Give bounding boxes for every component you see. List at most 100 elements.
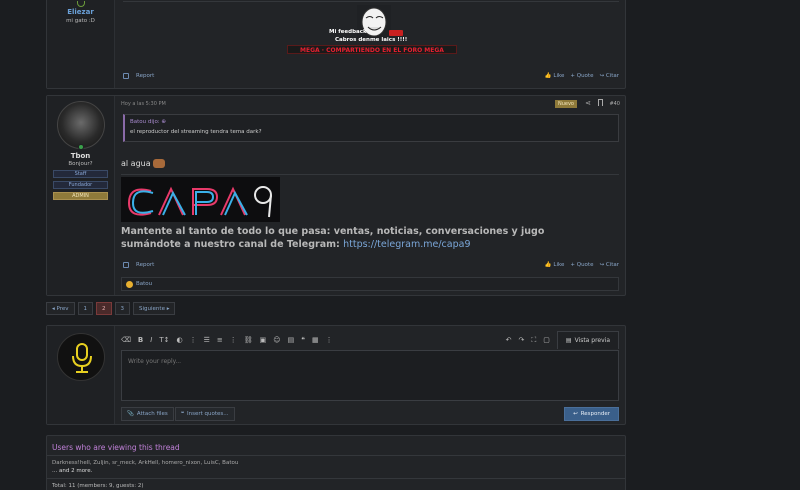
thumb-icon: 👍 bbox=[544, 73, 552, 79]
page-1[interactable]: 1 bbox=[77, 302, 94, 315]
submit-reply-button[interactable]: ↩ Responder bbox=[564, 407, 619, 421]
quote-button[interactable]: + Quote bbox=[570, 73, 593, 79]
reactions-bar[interactable]: Batou bbox=[121, 277, 619, 291]
pagination: ◂ Prev 1 2 3 Siguiente ▸ bbox=[46, 302, 176, 315]
divider bbox=[47, 478, 625, 479]
badge-fundador: Fundador bbox=[53, 181, 108, 189]
viewers-title: Users who are viewing this thread bbox=[52, 443, 180, 452]
thumb-icon: 👍 bbox=[544, 262, 552, 268]
cite-button[interactable]: ↪ Citar bbox=[599, 73, 619, 79]
capa9-logo-icon bbox=[127, 186, 272, 218]
emoji-icon bbox=[153, 159, 166, 168]
username[interactable]: Tbon bbox=[47, 152, 114, 160]
palette-icon[interactable]: ◐ bbox=[176, 336, 182, 344]
select-checkbox[interactable] bbox=[123, 73, 129, 79]
quote-author[interactable]: Batou dijo: ⊕ bbox=[125, 115, 618, 127]
more-options-icon-3[interactable]: ⋮ bbox=[326, 336, 333, 344]
avatar[interactable] bbox=[56, 101, 105, 149]
post-number[interactable]: #40 bbox=[609, 101, 620, 107]
reply-textarea[interactable]: Write your reply... bbox=[121, 350, 619, 401]
quote-button[interactable]: + Quote bbox=[570, 262, 593, 268]
undo-icon[interactable]: ↶ bbox=[506, 336, 512, 344]
reply-box: ⌫ B I T↕ ◐ ⋮ ☰ ≡ ⋮ ⛓ ▣ ☺ ▤ ❝ ▦ ⋮ ↶ ↷ ⛶ ▢… bbox=[46, 325, 626, 425]
badge-admin: ADMIN bbox=[53, 192, 108, 200]
share-icon[interactable]: ⋖ bbox=[585, 99, 591, 107]
align-icon[interactable]: ≡ bbox=[217, 336, 223, 344]
like-button[interactable]: 👍 Like bbox=[545, 73, 565, 79]
post-timestamp[interactable]: Hoy a las 5:30 PM bbox=[121, 101, 166, 107]
insert-quotes-button[interactable]: ❝ Insert quotes... bbox=[175, 407, 235, 421]
sig-subtitle: Cabros denme laics !!!! bbox=[335, 37, 408, 43]
sig-banner[interactable]: MEGA · COMPARTIENDO EN EL FORO MEGA bbox=[287, 45, 457, 54]
reply-avatar-panel bbox=[47, 326, 115, 424]
divider bbox=[123, 1, 619, 2]
cite-button[interactable]: ↪ Citar bbox=[599, 262, 619, 268]
editor-toolbar: ⌫ B I T↕ ◐ ⋮ ☰ ≡ ⋮ ⛓ ▣ ☺ ▤ ❝ ▦ ⋮ ↶ ↷ ⛶ ▢… bbox=[121, 330, 619, 350]
link-icon[interactable]: ⛓ bbox=[244, 336, 253, 344]
quote-label: Quote bbox=[576, 262, 594, 268]
microphone-icon bbox=[71, 343, 92, 373]
divider bbox=[47, 455, 625, 456]
prev-page-button[interactable]: ◂ Prev bbox=[46, 302, 75, 315]
online-indicator-icon bbox=[77, 144, 84, 150]
bold-icon[interactable]: B bbox=[138, 336, 143, 344]
italic-icon[interactable]: I bbox=[150, 336, 152, 344]
reply-icon: ↪ bbox=[599, 73, 605, 79]
insert-quotes-label: Insert quotes... bbox=[186, 411, 229, 417]
sig-feedback[interactable]: Mi feedback bbox=[329, 29, 367, 35]
new-badge: Nuevo bbox=[554, 100, 577, 108]
redo-icon[interactable]: ↷ bbox=[518, 336, 524, 344]
user-title: mi gato :D bbox=[66, 18, 95, 24]
smiley-icon[interactable]: ☺ bbox=[273, 336, 280, 344]
cite-label: Citar bbox=[605, 73, 619, 79]
quote-icon[interactable]: ❝ bbox=[301, 336, 305, 344]
viewers-more: ... and 2 more. bbox=[52, 468, 93, 474]
next-page-button[interactable]: Siguiente ▸ bbox=[133, 302, 176, 315]
preview-label: Vista previa bbox=[574, 337, 610, 344]
user-panel: Tbon Bonjour? Staff Fundador ADMIN bbox=[47, 96, 115, 295]
drafts-icon[interactable]: ▢ bbox=[543, 336, 550, 344]
more-options-icon-2[interactable]: ⋮ bbox=[230, 336, 237, 344]
page-2[interactable]: 2 bbox=[96, 302, 112, 315]
more-options-icon[interactable]: ⋮ bbox=[190, 336, 197, 344]
preview-icon: ▤ bbox=[565, 337, 572, 344]
capa9-logo[interactable] bbox=[121, 177, 280, 222]
attach-label: Attach files bbox=[136, 411, 168, 417]
signature-divider bbox=[121, 174, 619, 175]
avatar[interactable] bbox=[56, 333, 105, 381]
fullscreen-icon[interactable]: ⛶ bbox=[531, 336, 536, 345]
sig-badge bbox=[389, 30, 403, 36]
paperclip-icon: 📎 bbox=[127, 411, 134, 417]
quote-text: el reproductor del streaming tendra tema… bbox=[130, 129, 262, 135]
user-panel: Eliezar mi gato :D bbox=[47, 0, 115, 88]
select-checkbox[interactable] bbox=[123, 262, 129, 268]
expand-icon[interactable]: ⊕ bbox=[161, 119, 166, 125]
image-icon[interactable]: ▣ bbox=[260, 336, 267, 344]
quote-label: Quote bbox=[576, 73, 594, 79]
reaction-user[interactable]: Batou bbox=[136, 281, 152, 287]
submit-label: Responder bbox=[580, 411, 610, 417]
cite-label: Citar bbox=[605, 262, 619, 268]
promo-text: Mantente al tanto de todo lo que pasa: v… bbox=[121, 226, 545, 250]
preview-button[interactable]: ▤ Vista previa bbox=[556, 331, 619, 349]
code-icon[interactable]: ▦ bbox=[312, 336, 319, 344]
like-label: Like bbox=[553, 262, 565, 268]
username[interactable]: Eliezar bbox=[47, 8, 114, 16]
bookmark-icon[interactable] bbox=[598, 99, 603, 106]
page-3[interactable]: 3 bbox=[114, 302, 131, 315]
quote-block: Batou dijo: ⊕ el reproductor del streami… bbox=[123, 114, 619, 142]
telegram-link[interactable]: https://telegram.me/capa9 bbox=[343, 239, 470, 250]
reply-placeholder: Write your reply... bbox=[128, 358, 182, 365]
report-link[interactable]: Report bbox=[136, 262, 154, 268]
badge-staff: Staff bbox=[53, 170, 108, 178]
like-button[interactable]: 👍 Like bbox=[545, 262, 565, 268]
eraser-icon[interactable]: ⌫ bbox=[121, 336, 131, 344]
attach-files-button[interactable]: 📎 Attach files bbox=[121, 407, 174, 421]
media-icon[interactable]: ▤ bbox=[288, 336, 295, 344]
viewers-list[interactable]: Darkness!hell, Zuljin, sr_meck, ArkHell,… bbox=[52, 460, 238, 466]
avatar[interactable] bbox=[76, 1, 85, 7]
report-link[interactable]: Report bbox=[136, 73, 154, 79]
list-icon[interactable]: ☰ bbox=[204, 336, 210, 344]
font-size-icon[interactable]: T↕ bbox=[159, 336, 169, 344]
reply-icon: ↩ bbox=[573, 411, 578, 417]
